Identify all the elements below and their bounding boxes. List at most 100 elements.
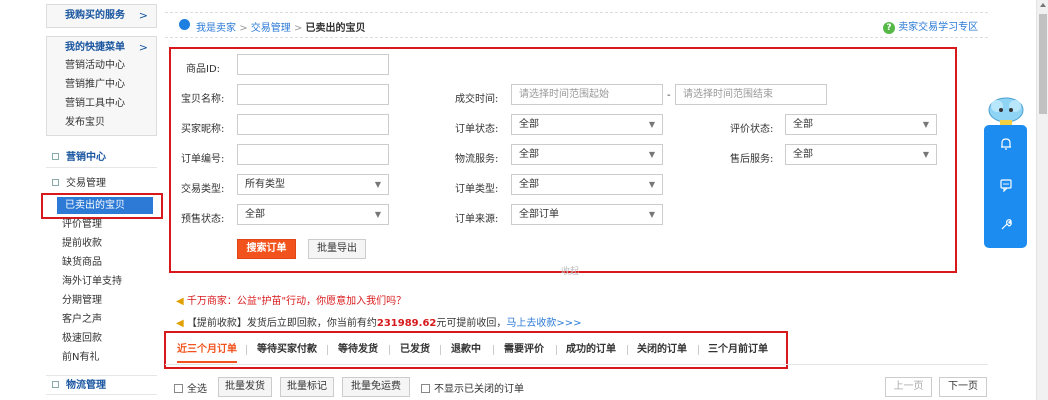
collapse-icon [52,178,59,186]
notice-charity[interactable]: ◀ 千万商家：公益"护苗"行动，你愿意加入我们吗？ [176,292,406,307]
hide-closed-option[interactable]: 不显示已关闭的订单 [421,380,524,395]
tab-needs-rating[interactable]: 需要评价 [504,337,544,363]
order-type-select[interactable]: 全部 ▼ [511,174,663,195]
tab-recent-3-months[interactable]: 近三个月订单 [177,337,237,363]
shortcut-menu-box: 我的快捷菜单 > 营销活动中心 营销推广中心 营销工具中心 发布宝贝 [46,36,157,136]
chevron-down-icon: ▼ [648,180,655,189]
select-all[interactable]: 全选 [174,380,207,395]
batch-free-ship-button[interactable]: 批量免运费 [342,377,410,397]
item-name-label: 宝贝名称: [181,94,225,105]
logistics-value: 全部 [519,149,539,160]
order-source-label: 订单来源: [455,214,499,225]
wrench-icon[interactable] [984,218,1027,235]
trade-type-label: 交易类型: [181,184,225,195]
hide-closed-checkbox[interactable] [421,383,430,393]
next-page-button[interactable]: 下一页 [939,377,987,397]
breadcrumb-sep: > [239,23,248,34]
aftersale-select[interactable]: 全部 ▼ [785,144,937,165]
select-all-checkbox[interactable] [174,383,183,393]
scrollbar-thumb[interactable] [1039,14,1047,114]
sidebar-section-marketing[interactable]: 营销中心 [46,148,157,168]
presale-select[interactable]: 全部 ▼ [237,204,389,225]
breadcrumb: 我是卖家 > 交易管理 > 已卖出的宝贝 [196,19,366,34]
help-icon: ? [883,22,895,34]
help-link[interactable]: ? 卖家交易学习专区 [883,18,978,34]
tab-divider [389,345,390,355]
shortcut-menu-title[interactable]: 我的快捷菜单 > [47,37,156,59]
time-start-input[interactable]: 请选择时间范围起始 [511,84,663,105]
shortcut-item[interactable]: 营销推广中心 [47,75,156,94]
order-status-select[interactable]: 全部 ▼ [511,114,663,135]
tab-divider [327,345,328,355]
collapse-link[interactable]: 收起 [561,264,579,277]
notice-charity-text: 千万商家：公益"护苗"行动，你愿意加入我们吗？ [186,296,407,307]
hide-closed-label: 不显示已关闭的订单 [434,384,524,395]
item-name-input[interactable] [237,84,389,105]
tab-refunding[interactable]: 退款中 [451,337,481,363]
shortcut-item[interactable]: 营销工具中心 [47,94,156,113]
logistics-select[interactable]: 全部 ▼ [511,144,663,165]
sidebar-section-trade[interactable]: 交易管理 [46,174,157,194]
trade-manage-label: 交易管理 [66,178,106,189]
tab-shipped[interactable]: 已发货 [400,337,430,363]
sidebar-section-logistics[interactable]: 物流管理 [46,375,157,395]
sidebar-item-first-n-gift[interactable]: 前N有礼 [62,348,157,367]
breadcrumb-sep: > [293,23,303,34]
notice-amount: 231989.62 [376,318,437,329]
sidebar-item-rating[interactable]: 评价管理 [62,215,157,234]
search-orders-button[interactable]: 搜索订单 [237,239,296,259]
sidebar-item-fast-refund[interactable]: 极速回款 [62,329,157,348]
tab-older-than-3-months[interactable]: 三个月前订单 [708,337,768,363]
order-type-value: 全部 [519,179,539,190]
collect-now-link[interactable]: 马上去收款>>> [506,318,581,329]
notice-early-payment: ◀ 【提前收款】发货后立即回款，你当前有约231989.62元可提前收回，马上去… [176,314,582,329]
prev-page-button[interactable]: 上一页 [885,377,932,397]
marketing-center-label: 营销中心 [66,152,106,163]
notice-suffix: 元可提前收回， [436,318,507,329]
breadcrumb-current: 已卖出的宝贝 [305,23,366,34]
buyer-nick-input[interactable] [237,114,389,135]
breadcrumb-bar: 我是卖家 > 交易管理 > 已卖出的宝贝 ? 卖家交易学习专区 [165,12,988,38]
breadcrumb-trade[interactable]: 交易管理 [251,23,291,34]
trade-type-select[interactable]: 所有类型 ▼ [237,174,389,195]
sidebar-item-customer-voice[interactable]: 客户之声 [62,310,157,329]
sidebar-item-early-payment[interactable]: 提前收款 [62,234,157,253]
vertical-scrollbar[interactable] [1036,0,1048,400]
chevron-down-icon: ▼ [374,180,381,189]
mascot-icon[interactable] [986,96,1026,128]
speaker-icon: ◀ [176,296,184,307]
sidebar-item-out-of-stock[interactable]: 缺货商品 [62,253,157,272]
expand-icon [52,380,59,388]
tab-successful[interactable]: 成功的订单 [566,337,616,363]
breadcrumb-seller[interactable]: 我是卖家 [196,23,236,34]
order-no-input[interactable] [237,144,389,165]
batch-export-button[interactable]: 批量导出 [308,239,366,259]
shortcut-item[interactable]: 发布宝贝 [47,113,156,132]
message-icon[interactable] [984,178,1027,195]
aftersale-value: 全部 [793,149,813,160]
rating-select[interactable]: 全部 ▼ [785,114,937,135]
tab-closed[interactable]: 关闭的订单 [637,337,687,363]
sidebar-item-overseas[interactable]: 海外订单支持 [62,272,157,291]
batch-ship-button[interactable]: 批量发货 [218,377,272,397]
order-source-select[interactable]: 全部订单 ▼ [511,204,663,225]
my-services-link[interactable]: 我购买的服务 > [47,5,156,27]
aftersale-label: 售后服务: [730,154,774,165]
chevron-down-icon: ▼ [374,210,381,219]
chevron-down-icon: ▼ [922,150,929,159]
time-end-input[interactable]: 请选择时间范围结束 [675,84,827,105]
tab-awaiting-payment[interactable]: 等待买家付款 [257,337,317,363]
trade-submenu: 评价管理 提前收款 缺货商品 海外订单支持 分期管理 客户之声 极速回款 前N有… [62,215,157,367]
speaker-icon: ◀ [176,318,184,329]
floating-toolbar [984,125,1027,248]
shortcut-menu-label: 我的快捷菜单 [65,42,125,53]
scroll-up-arrow-icon[interactable] [1040,3,1046,7]
tab-awaiting-shipment[interactable]: 等待发货 [338,337,378,363]
select-all-label: 全选 [187,384,207,395]
batch-mark-button[interactable]: 批量标记 [280,377,334,397]
sidebar-item-installment[interactable]: 分期管理 [62,291,157,310]
tab-divider [493,345,494,355]
bell-icon[interactable] [984,137,1027,154]
product-id-input[interactable] [237,54,389,75]
product-id-label: 商品ID: [186,64,221,75]
